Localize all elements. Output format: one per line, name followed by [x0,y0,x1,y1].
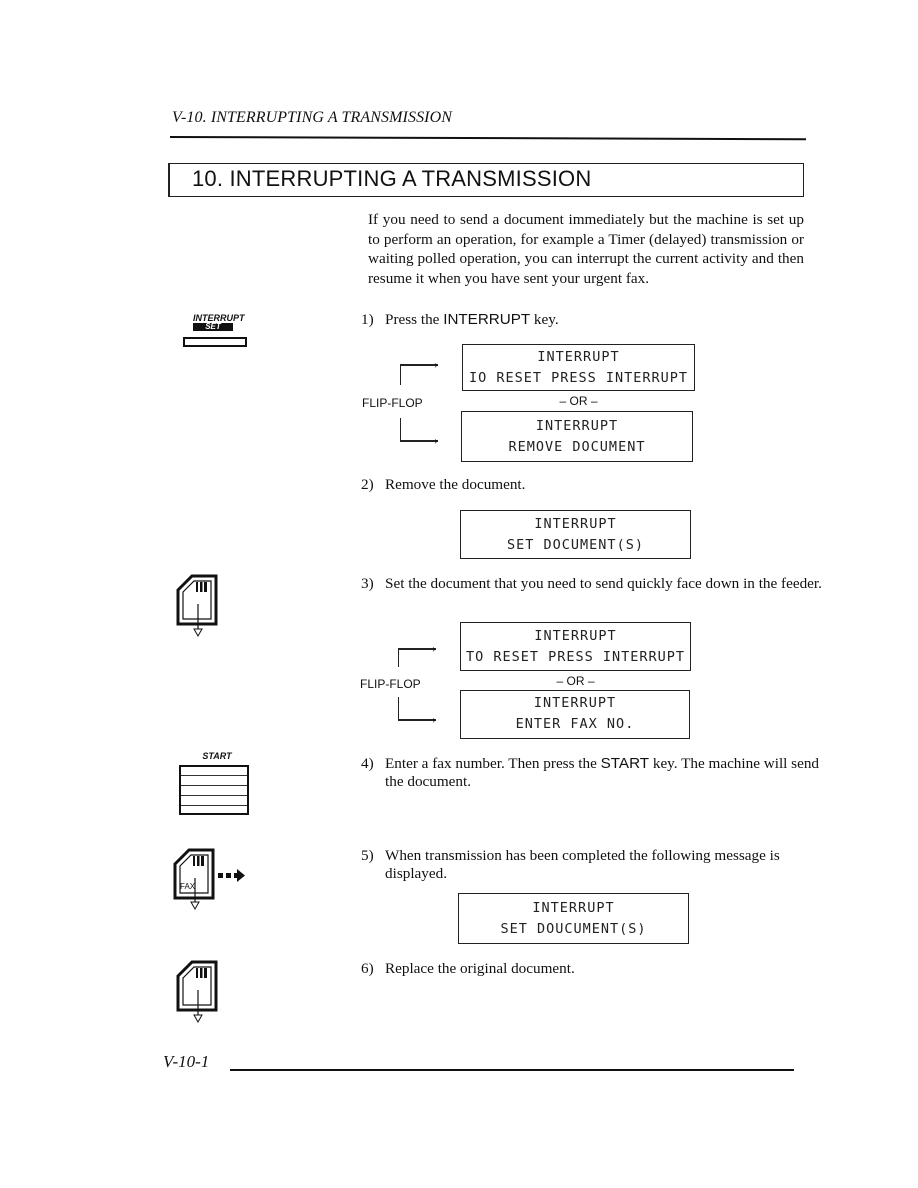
step-3: 3) Set the document that you need to send… [361,575,822,592]
arrow-right-icon: › [434,357,438,371]
arrow-line [398,648,436,650]
document-face-down-icon [176,574,226,645]
start-key-label: START [202,751,232,761]
lcd-display-to-reset: INTERRUPT TO RESET PRESS INTERRUPT [460,622,691,671]
step-4: 4) Enter a fax number. Then press the STA… [361,755,820,790]
start-key-name: START [600,755,650,772]
arrow-right-icon: › [432,712,436,726]
start-key-icon: START [179,751,249,815]
interrupt-key-name: INTERRUPT [443,311,531,328]
footer-rule [230,1069,794,1071]
section-title: 10. INTERRUPTING A TRANSMISSION [192,166,592,191]
arrow-right-icon: › [432,641,436,655]
flip-bracket-bottom [398,697,399,719]
intro-paragraph: If you need to send a document immediate… [368,211,804,287]
step-5: 5) When transmission has been completed t… [361,847,780,882]
lcd-display-enter-fax-no: INTERRUPT ENTER FAX NO. [460,690,690,739]
section-title-box: 10. INTERRUPTING A TRANSMISSION [168,163,804,197]
start-key-button [179,765,249,815]
lcd-display-set-doucument: INTERRUPT SET DOUCUMENT(S) [458,893,689,944]
arrow-right-icon: › [434,433,438,447]
fax-label: FAX [180,882,196,891]
interrupt-key-icon: INTERRUPT SET [183,313,249,347]
flip-flop-label: FLIP-FLOP [362,396,423,410]
fax-send-icon: FAX [173,848,253,915]
header-rule [169,136,806,141]
arrow-line [400,440,438,442]
interrupt-key-button [183,337,247,347]
lcd-display-interrupt-reset: INTERRUPT IO RESET PRESS INTERRUPT [462,344,695,391]
step-2: 2) Remove the document. [361,476,526,493]
lcd-display-remove-document: INTERRUPT REMOVE DOCUMENT [461,411,693,462]
flip-bracket-top [398,649,399,667]
or-separator: – OR – [559,394,598,408]
running-header: V-10. INTERRUPTING A TRANSMISSION [172,109,453,126]
flip-bracket-top [400,365,401,385]
page-number: V-10-1 [163,1052,210,1071]
step-1: 1) Press the INTERRUPT key. [361,311,559,328]
document-face-down-icon [176,960,226,1031]
arrow-line [398,719,436,721]
flip-flop-label: FLIP-FLOP [360,677,421,691]
set-sublabel: SET [193,323,233,331]
arrow-line [400,364,438,366]
or-separator: – OR – [556,674,595,688]
flip-bracket-bottom [400,418,401,440]
lcd-display-set-document: INTERRUPT SET DOCUMENT(S) [460,510,691,559]
step-6: 6) Replace the original document. [361,960,575,977]
